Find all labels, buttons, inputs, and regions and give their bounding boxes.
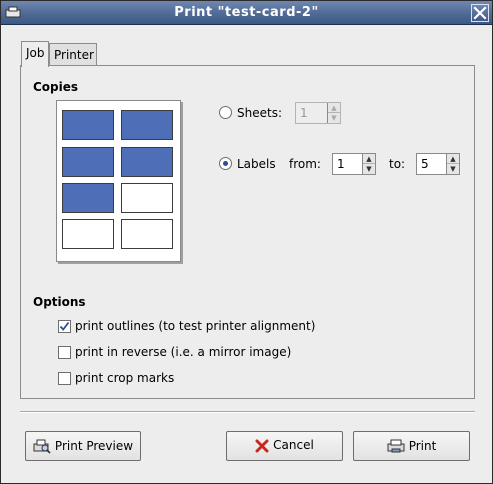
preview-label-cell [121, 147, 173, 177]
job-tab-panel: Copies Sheets: 1 ▲ ▼ Labels from: 1 ▲ ▼ … [20, 65, 475, 399]
options-heading: Options [33, 295, 86, 309]
spin-up-icon[interactable]: ▲ [363, 154, 375, 164]
sheets-value: 1 [300, 106, 308, 120]
sheets-spinner[interactable]: 1 ▲ ▼ [295, 102, 341, 124]
to-value: 5 [421, 157, 429, 171]
print-preview-button[interactable]: Print Preview [25, 431, 141, 461]
print-outlines-checkbox[interactable] [58, 320, 71, 333]
print-reverse-checkbox[interactable] [58, 346, 71, 359]
from-label: from: [289, 157, 321, 171]
to-label: to: [389, 157, 406, 171]
spin-down-icon[interactable]: ▼ [328, 113, 340, 123]
title-bar[interactable]: Print "test-card-2" [1, 1, 492, 25]
print-crop-marks-label[interactable]: print crop marks [75, 371, 174, 385]
cancel-button[interactable]: Cancel [226, 431, 343, 461]
from-value: 1 [337, 157, 345, 171]
preview-label-cell [62, 110, 114, 140]
close-icon [473, 6, 487, 20]
tab-job[interactable]: Job [21, 41, 49, 67]
preview-label-cell [62, 219, 114, 249]
label-sheet-preview [56, 100, 181, 262]
close-button[interactable] [471, 4, 489, 22]
print-reverse-label[interactable]: print in reverse (i.e. a mirror image) [75, 345, 291, 359]
preview-label-cell [121, 183, 173, 213]
labels-label[interactable]: Labels [237, 157, 276, 171]
to-spinner[interactable]: 5 ▲ ▼ [416, 153, 460, 175]
print-dialog: Print "test-card-2" Job Printer Copies S… [0, 0, 493, 484]
tab-job-label: Job [26, 46, 45, 60]
preview-label-cell [62, 183, 114, 213]
preview-label-cell [121, 219, 173, 249]
copies-heading: Copies [33, 80, 79, 94]
print-preview-icon [33, 439, 51, 454]
sheets-label[interactable]: Sheets: [237, 106, 282, 120]
spin-up-icon[interactable]: ▲ [447, 154, 459, 164]
window-title: Print "test-card-2" [174, 5, 319, 20]
tab-printer[interactable]: Printer [49, 43, 97, 65]
separator [20, 411, 475, 413]
print-label: Print [408, 439, 437, 453]
checkmark-icon [59, 321, 70, 331]
print-preview-label: Print Preview [54, 439, 134, 453]
print-outlines-label[interactable]: print outlines (to test printer alignmen… [75, 319, 315, 333]
sheets-option: Sheets: 1 ▲ ▼ [219, 102, 349, 124]
spin-down-icon[interactable]: ▼ [447, 164, 459, 174]
preview-label-cell [121, 110, 173, 140]
spin-up-icon[interactable]: ▲ [328, 103, 340, 113]
labels-option: Labels from: 1 ▲ ▼ to: 5 ▲ ▼ [219, 153, 464, 175]
cancel-label: Cancel [273, 438, 314, 452]
printer-icon [387, 439, 405, 453]
spin-down-icon[interactable]: ▼ [363, 164, 375, 174]
preview-label-cell [62, 147, 114, 177]
print-crop-marks-checkbox[interactable] [58, 372, 71, 385]
cancel-icon [255, 439, 269, 453]
tab-printer-label: Printer [54, 48, 94, 62]
from-spinner[interactable]: 1 ▲ ▼ [332, 153, 376, 175]
labels-radio[interactable] [219, 157, 232, 170]
print-button[interactable]: Print [353, 431, 470, 461]
sheets-radio[interactable] [219, 106, 232, 119]
